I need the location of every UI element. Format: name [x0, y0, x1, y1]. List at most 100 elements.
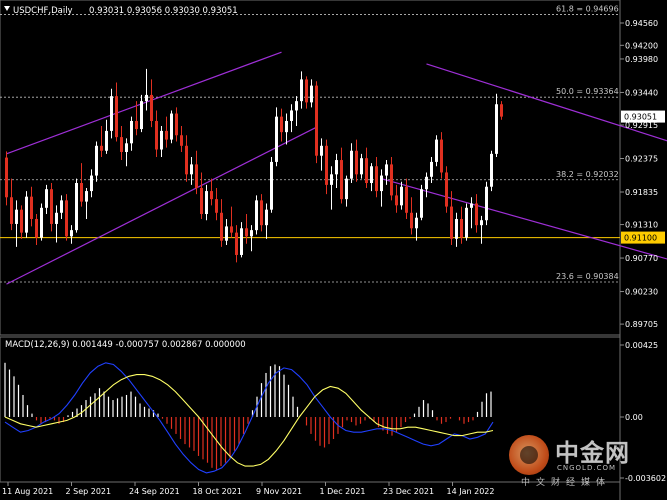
- candle-body: [470, 203, 473, 208]
- candle-body: [255, 200, 258, 231]
- candle-body: [235, 232, 238, 255]
- candle-body: [100, 145, 103, 151]
- candle-body: [400, 186, 403, 206]
- macd-lines: [4, 362, 494, 474]
- candle-body: [150, 94, 153, 121]
- candle-body: [290, 110, 293, 121]
- collapse-arrow-icon[interactable]: [4, 6, 10, 11]
- channel-ascending-line-0: [6, 51, 282, 155]
- candle-body: [250, 230, 253, 237]
- price-tick-label: 0.89705: [625, 320, 658, 329]
- candle-body: [500, 104, 503, 117]
- candlesticks: [5, 68, 503, 263]
- candle-body: [265, 209, 268, 226]
- ohlc-readout: 0.93031 0.93056 0.93030 0.93051: [89, 6, 238, 16]
- candle-body: [140, 101, 143, 130]
- candle-body: [375, 166, 378, 192]
- candle-body: [440, 139, 443, 173]
- candle-body: [215, 199, 218, 213]
- candle-body: [260, 200, 263, 226]
- candle-body: [305, 79, 308, 103]
- macd-signal-line: [4, 374, 494, 467]
- candle-body: [45, 189, 48, 208]
- candle-body: [190, 164, 193, 175]
- candle-body: [50, 189, 53, 224]
- time-tick-label: 9 Nov 2021: [256, 487, 302, 496]
- candle-body: [410, 212, 413, 229]
- candle-body: [120, 137, 123, 152]
- candle-body: [280, 116, 283, 133]
- candle-body: [310, 85, 313, 103]
- candle-body: [175, 113, 178, 136]
- watermark-tagline: 中文财经媒体: [521, 478, 612, 488]
- fib-label-61-8: 61.8 = 0.94696: [556, 5, 619, 14]
- candle-body: [420, 189, 423, 218]
- cngold-logo-icon: [509, 435, 549, 475]
- candle-body: [405, 186, 408, 213]
- cngold-watermark: 中金网 CNGOLD.COM 中文财经媒体: [509, 433, 659, 488]
- time-tick-label: 23 Dec 2021: [383, 487, 434, 496]
- candle-body: [285, 120, 288, 133]
- candle-body: [220, 212, 223, 241]
- candle-body: [80, 183, 83, 202]
- candle-body: [380, 175, 383, 192]
- candle-body: [115, 96, 118, 138]
- candle-body: [130, 120, 133, 144]
- time-tick-label: 2 Sep 2021: [66, 487, 112, 496]
- candle-body: [490, 153, 493, 187]
- candle-body: [195, 164, 198, 188]
- candle-body: [200, 187, 203, 215]
- time-tick-label: 18 Oct 2021: [193, 487, 242, 496]
- candle-body: [465, 207, 468, 238]
- candle-body: [60, 200, 63, 213]
- candle-body: [335, 160, 338, 175]
- usdchf-chart: 61.8 = 0.94696 50.0 = 0.93364 38.2 = 0.920…: [0, 0, 667, 500]
- price-panel-frame: [0, 0, 621, 336]
- candle-body: [230, 226, 233, 233]
- candle-body: [395, 195, 398, 206]
- candle-body: [30, 196, 33, 219]
- candle-body: [330, 174, 333, 185]
- candle-body: [275, 116, 278, 162]
- candle-body: [65, 200, 68, 237]
- candle-body: [325, 145, 328, 185]
- candle-body: [450, 206, 453, 239]
- price-tick-label: 0.90230: [625, 288, 658, 297]
- macd-main-line: [4, 362, 494, 474]
- candle-body: [370, 166, 373, 184]
- candle-body: [20, 209, 23, 233]
- candle-body: [170, 113, 173, 140]
- candle-body: [270, 161, 273, 210]
- candle-body: [5, 157, 8, 198]
- candle-body: [95, 145, 98, 176]
- price-tick-label: 0.90770: [625, 254, 658, 263]
- price-tick-label: 0.93440: [625, 88, 658, 97]
- price-tick-label: 0.94560: [625, 19, 658, 28]
- candle-body: [155, 120, 158, 150]
- candle-body: [25, 196, 28, 233]
- candle-body: [485, 186, 488, 221]
- macd-histogram: [4, 362, 492, 470]
- candle-body: [10, 197, 13, 224]
- candle-body: [205, 191, 208, 215]
- candle-body: [415, 217, 418, 229]
- candle-body: [245, 228, 248, 237]
- time-tick-label: 24 Sep 2021: [129, 487, 180, 496]
- macd-tick-label: 0.00: [625, 413, 643, 422]
- price-axis: 0.945600.942000.939800.934400.929150.923…: [620, 19, 665, 329]
- price-tick-label: 0.91310: [625, 221, 658, 230]
- candle-body: [350, 150, 353, 179]
- candle-body: [210, 191, 213, 200]
- candle-body: [385, 164, 388, 176]
- candle-body: [240, 228, 243, 255]
- candle-body: [320, 145, 323, 156]
- candle-body: [135, 120, 138, 130]
- candle-body: [180, 135, 183, 146]
- macd-label: MACD(12,26,9) 0.001449 -0.000757 0.00286…: [5, 340, 246, 350]
- candle-body: [110, 96, 113, 131]
- candle-body: [40, 207, 43, 238]
- time-axis: 11 Aug 2021 2 Sep 2021 24 Sep 2021 18 Oct 2…: [2, 482, 494, 496]
- candle-body: [105, 130, 108, 151]
- candle-body: [145, 94, 148, 102]
- candle-body: [125, 143, 128, 152]
